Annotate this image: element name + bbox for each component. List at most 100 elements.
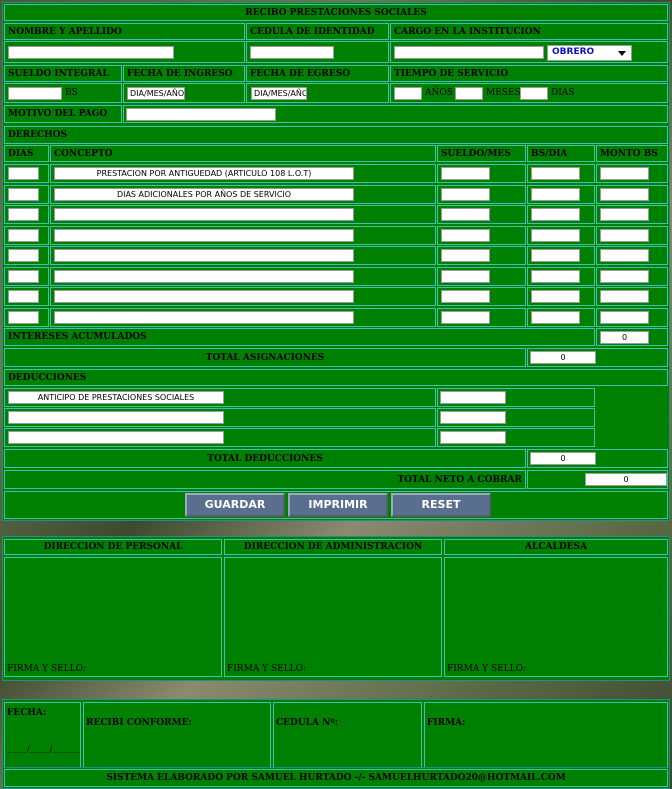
derechos-sueldo-mes-input[interactable] (441, 249, 490, 262)
derechos-sueldo-mes-input[interactable] (441, 229, 490, 242)
firmas-panel: DIRECCION DE PERSONAL DIRECCION DE ADMIN… (2, 536, 670, 681)
dias-servicio-input[interactable] (520, 87, 548, 100)
intereses-label: INTERESES ACUMULADOS (8, 332, 147, 342)
deduccion-monto-input[interactable] (440, 391, 506, 404)
cedula-input[interactable] (250, 46, 334, 59)
administracion-firma-label: FIRMA Y SELLO: (227, 664, 307, 674)
deduccion-concepto-input[interactable]: ANTICIPO DE PRESTACIONES SOCIALES (8, 391, 224, 404)
derechos-dias-input[interactable] (8, 290, 39, 303)
reset-button[interactable]: RESET (391, 493, 491, 517)
derechos-monto-cell (596, 226, 668, 245)
derechos-dias-input[interactable] (8, 229, 39, 242)
derechos-sueldo-mes-input[interactable] (441, 270, 490, 283)
header-bs-dia-label: BS/DIA (531, 148, 568, 159)
fecha-ingreso-input[interactable]: DIA/MES/AÑO (127, 87, 185, 100)
motivo-label-cell: MOTIVO DEL PAGO (4, 105, 122, 123)
derechos-dias-cell (4, 164, 49, 183)
derechos-sueldo-mes-input[interactable] (441, 208, 490, 221)
sueldo-label: SUELDO INTEGRAL (8, 68, 109, 79)
derechos-bs-dia-input[interactable] (531, 188, 580, 201)
derechos-bs-dia-input[interactable] (531, 167, 580, 180)
derechos-sueldo-mes-input[interactable] (441, 188, 490, 201)
derechos-monto-input[interactable] (600, 167, 649, 180)
derechos-bs-dia-input[interactable] (531, 208, 580, 221)
cargo-input[interactable] (394, 46, 544, 59)
derechos-concepto-cell (50, 226, 436, 245)
deduccion-concepto-input[interactable] (8, 411, 224, 424)
recibo-conforme-panel: FECHA: _____/_____/_______ RECIBI CONFOR… (2, 699, 670, 771)
intereses-input[interactable]: 0 (600, 331, 649, 344)
derechos-dias-input[interactable] (8, 311, 39, 324)
footer-cell: SISTEMA ELABORADO POR SAMUEL HURTADO -/-… (4, 769, 668, 787)
total-neto-input[interactable]: 0 (585, 473, 667, 486)
derechos-concepto-input[interactable] (54, 270, 354, 283)
alcaldesa-firma-box: FIRMA Y SELLO: (444, 557, 668, 677)
total-deducciones-input[interactable]: 0 (530, 452, 596, 465)
derechos-concepto-input[interactable] (54, 229, 354, 242)
derechos-sueldo-mes-input[interactable] (441, 167, 490, 180)
derechos-dias-input[interactable] (8, 208, 39, 221)
derechos-sueldo-mes-cell (437, 267, 526, 286)
total-neto-label-cell: TOTAL NETO A COBRAR (4, 470, 526, 489)
derechos-dias-input[interactable] (8, 167, 39, 180)
derechos-bs-dia-input[interactable] (531, 311, 580, 324)
deduccion-concepto-input[interactable] (8, 431, 224, 444)
derechos-monto-input[interactable] (600, 208, 649, 221)
derechos-concepto-input[interactable]: PRESTACION POR ANTIGUEDAD (ARTICULO 108 … (54, 167, 354, 180)
derechos-monto-input[interactable] (600, 229, 649, 242)
derechos-concepto-input[interactable] (54, 208, 354, 221)
derechos-concepto-cell (50, 308, 436, 327)
derechos-monto-input[interactable] (600, 249, 649, 262)
derechos-monto-cell (596, 246, 668, 265)
motivo-input[interactable] (126, 108, 276, 121)
fecha-label: FECHA: (7, 708, 47, 718)
derechos-monto-input[interactable] (600, 290, 649, 303)
cedula-recibo-box: CEDULA Nº: (273, 702, 422, 768)
deduccion-monto-input[interactable] (440, 431, 506, 444)
derechos-sueldo-mes-input[interactable] (441, 311, 490, 324)
anos-input[interactable] (394, 87, 422, 100)
derechos-dias-input[interactable] (8, 188, 39, 201)
derechos-sueldo-mes-cell (437, 164, 526, 183)
nombre-label: NOMBRE Y APELLIDO (8, 26, 122, 37)
derechos-monto-input[interactable] (600, 270, 649, 283)
derechos-concepto-input[interactable]: DIAS ADICIONALES POR AÑOS DE SERVICIO (54, 188, 354, 201)
derechos-bs-dia-cell (527, 267, 595, 286)
total-deducciones-label-cell: TOTAL DEDUCCIONES (4, 449, 526, 468)
cedula-recibo-label: CEDULA Nº: (276, 718, 339, 728)
derechos-concepto-input[interactable] (54, 290, 354, 303)
fecha-box: FECHA: _____/_____/_______ (4, 702, 81, 768)
sueldo-input[interactable] (8, 87, 62, 100)
derechos-dias-input[interactable] (8, 249, 39, 262)
derechos-monto-input[interactable] (600, 188, 649, 201)
ingreso-input-cell: DIA/MES/AÑO (123, 83, 245, 103)
derechos-sueldo-mes-cell (437, 308, 526, 327)
derechos-dias-input[interactable] (8, 270, 39, 283)
derechos-bs-dia-cell (527, 287, 595, 306)
derechos-dias-cell (4, 287, 49, 306)
meses-input[interactable] (455, 87, 483, 100)
imprimir-button[interactable]: IMPRIMIR (288, 493, 388, 517)
derechos-bs-dia-input[interactable] (531, 229, 580, 242)
derechos-concepto-input[interactable] (54, 311, 354, 324)
motivo-label: MOTIVO DEL PAGO (8, 109, 108, 119)
derechos-bs-dia-input[interactable] (531, 290, 580, 303)
guardar-button[interactable]: GUARDAR (185, 493, 285, 517)
egreso-label-cell: FECHA DE EGRESO (246, 65, 389, 82)
deduccion-concepto-cell (4, 428, 436, 447)
derechos-sueldo-mes-input[interactable] (441, 290, 490, 303)
deduccion-monto-input[interactable] (440, 411, 506, 424)
sueldo-label-cell: SUELDO INTEGRAL (4, 65, 122, 82)
alcaldesa-title: ALCALDESA (525, 542, 587, 552)
derechos-concepto-input[interactable] (54, 249, 354, 262)
nombre-input[interactable] (8, 46, 174, 59)
derechos-bs-dia-input[interactable] (531, 270, 580, 283)
total-asignaciones-input[interactable]: 0 (530, 351, 596, 364)
derechos-sueldo-mes-cell (437, 205, 526, 224)
fecha-egreso-input[interactable]: DIA/MES/AÑO (251, 87, 307, 100)
cargo-select[interactable]: OBRERO (547, 45, 632, 61)
derechos-bs-dia-input[interactable] (531, 249, 580, 262)
derechos-title-cell: DERECHOS (4, 126, 668, 144)
total-asignaciones-value-cell: 0 (527, 348, 668, 367)
derechos-monto-input[interactable] (600, 311, 649, 324)
